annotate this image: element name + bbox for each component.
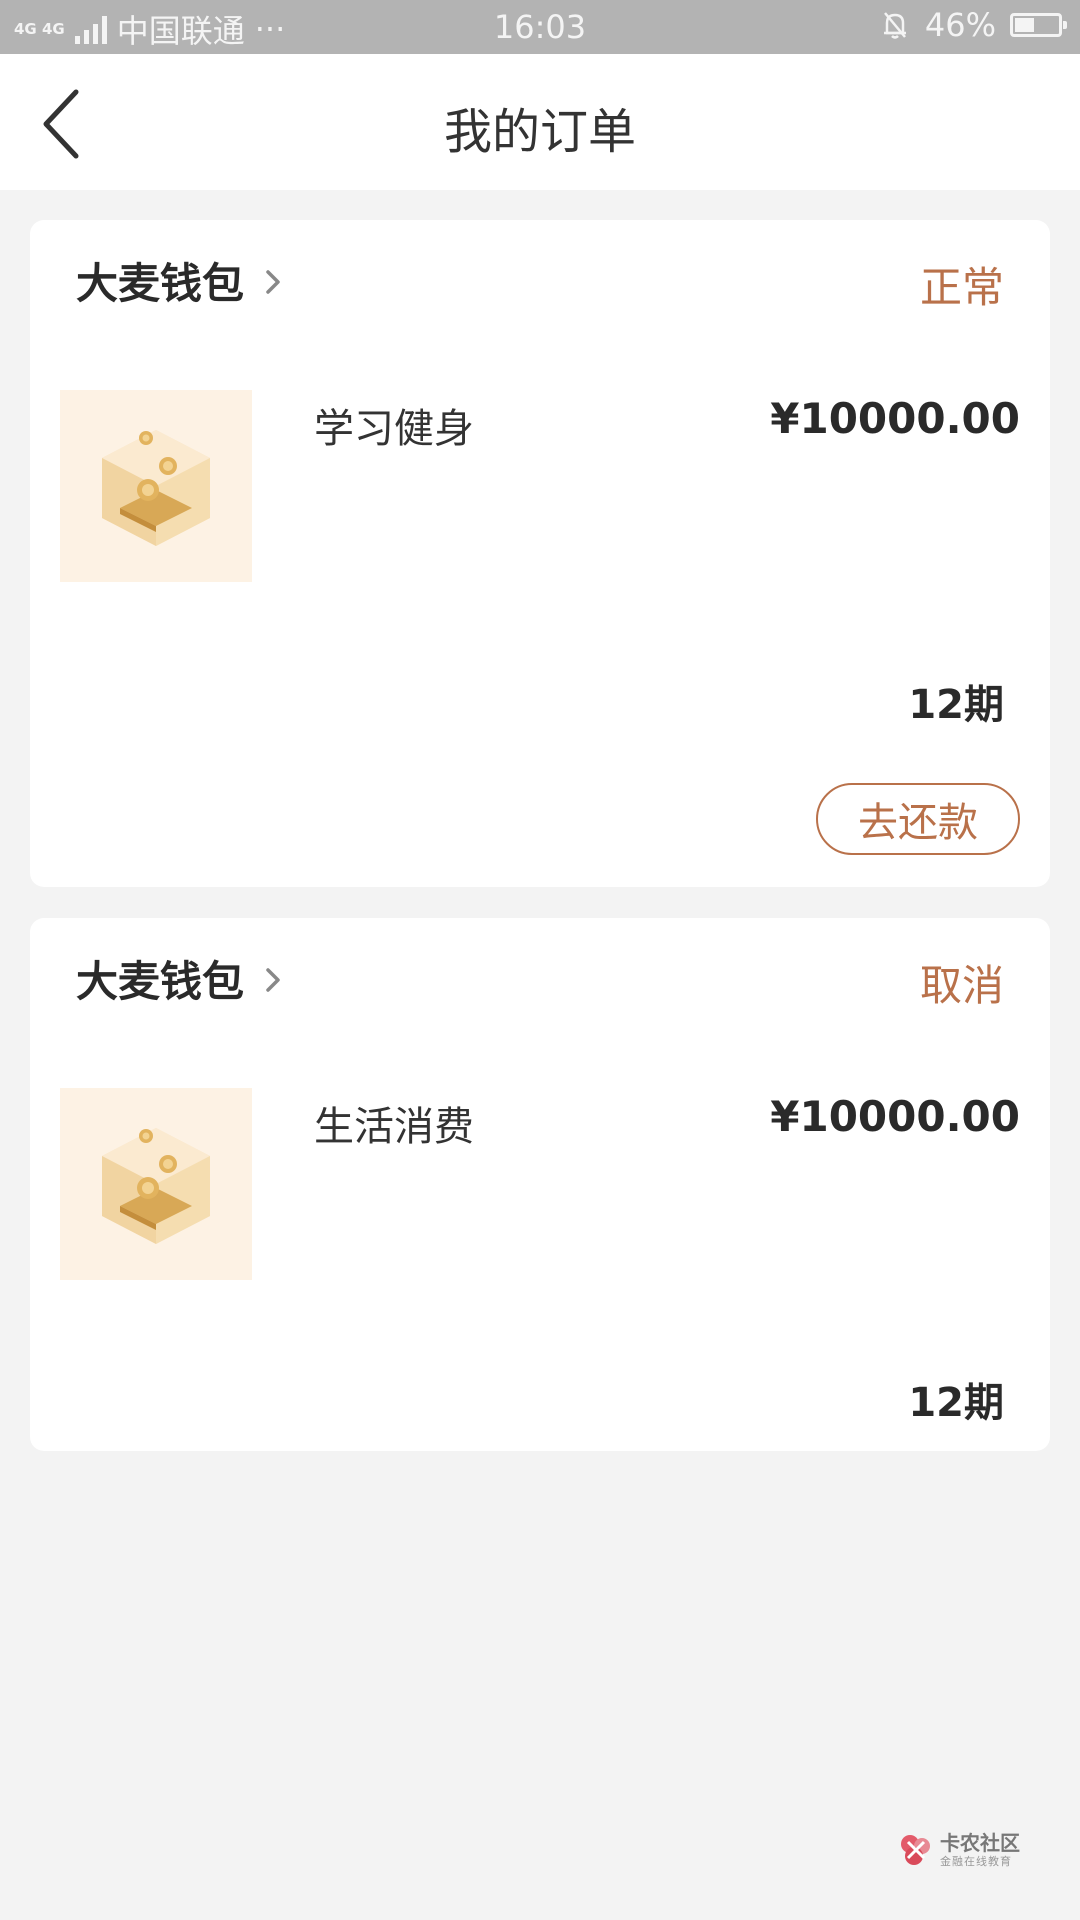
installment-periods: 12期 [908,1380,1004,1426]
product-thumbnail [60,1088,252,1280]
order-card[interactable]: 大麦钱包 取消 生活消费 ¥10000.00 12期 [30,918,1050,1451]
status-bar-right: 46% [879,6,1067,44]
battery-percent: 46% [924,6,996,44]
repay-button[interactable]: 去还款 [816,783,1020,855]
page-title: 我的订单 [443,104,636,160]
order-card[interactable]: 大麦钱包 正常 学习健身 ¥10000.00 12期 去还款 [30,220,1050,887]
product-name: 生活消费 [314,1104,474,1150]
merchant-link[interactable]: 大麦钱包 [76,250,282,311]
watermark-logo: 卡农社区 金融在线教育 [898,1832,1020,1868]
battery-fill [1015,18,1035,32]
watermark-subtitle: 金融在线教育 [940,1855,1012,1868]
order-price: ¥10000.00 [770,394,1020,443]
order-price: ¥10000.00 [770,1092,1020,1141]
order-status: 取消 [919,961,1004,1010]
merchant-link[interactable]: 大麦钱包 [76,948,282,1009]
status-bar: 4G 4G 中国联通 ··· 16:03 46% [0,0,1080,54]
watermark-title: 卡农社区 [940,1831,1020,1855]
installment-periods: 12期 [908,682,1004,728]
merchant-name: 大麦钱包 [76,259,245,308]
header-bar: 我的订单 [0,54,1080,190]
muted-bell-icon [883,12,906,39]
merchant-name: 大麦钱包 [76,957,245,1006]
chevron-right-icon [266,269,280,294]
kanong-logo-icon [901,1835,930,1865]
gold-coin-cube-icon [102,1128,210,1244]
chevron-right-icon [266,967,280,992]
gold-coin-cube-icon [102,430,210,546]
battery-icon [1010,13,1067,37]
product-name: 学习健身 [314,406,474,452]
order-status: 正常 [919,263,1004,312]
product-thumbnail [60,390,252,582]
